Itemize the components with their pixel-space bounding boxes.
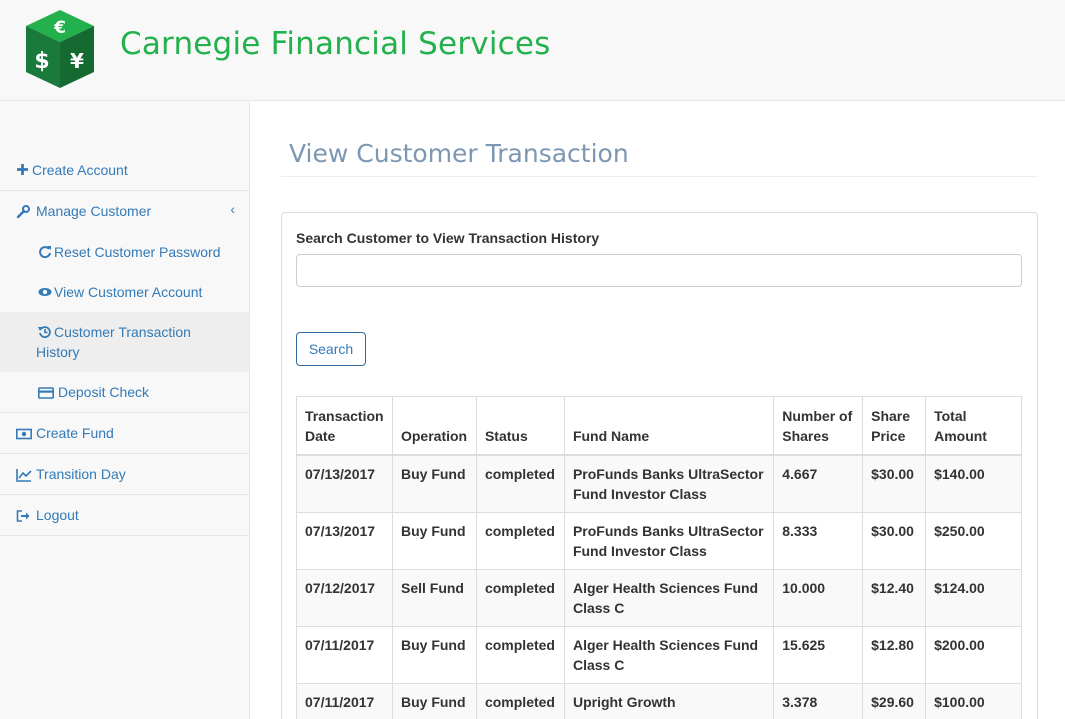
- cell-operation: Sell Fund: [391, 568, 477, 627]
- eye-icon: [38, 288, 52, 296]
- cell-status: completed: [475, 625, 565, 684]
- search-button[interactable]: Search: [296, 332, 366, 366]
- cell-total: $250.00: [925, 511, 1022, 570]
- cell-price: $12.40: [862, 568, 927, 627]
- sidebar-item-create-account[interactable]: Create Account: [0, 150, 249, 191]
- table-row: 07/13/2017 Buy Fund completed ProFunds B…: [296, 454, 1022, 513]
- cell-status: completed: [475, 682, 565, 719]
- page-title: View Customer Transaction: [289, 139, 629, 168]
- refresh-icon: [39, 246, 51, 259]
- sidebar-item-create-fund[interactable]: Create Fund: [0, 413, 249, 454]
- cell-fund-name: ProFunds Banks UltraSector Fund Investor …: [563, 454, 775, 513]
- sidebar-item-label: Create Fund: [36, 425, 114, 441]
- sidebar-item-label: View Customer Account: [54, 284, 203, 300]
- cell-price: $29.60: [862, 682, 927, 719]
- sidebar-item-label: Transition Day: [36, 466, 126, 482]
- column-header-total-amount[interactable]: Total Amount: [925, 396, 1022, 456]
- cell-fund-name: ProFunds Banks UltraSector Fund Investor …: [563, 511, 775, 570]
- cell-operation: Buy Fund: [391, 511, 477, 570]
- sidebar-item-manage-customer[interactable]: Manage Customer ‹: [0, 191, 249, 232]
- cell-date: 07/12/2017: [296, 568, 393, 627]
- table-row: 07/13/2017 Buy Fund completed ProFunds B…: [296, 511, 1022, 570]
- table-row: 07/11/2017 Buy Fund completed Upright Gr…: [296, 682, 1022, 719]
- transaction-table: Transaction Date Operation Status Fund Na…: [296, 396, 1022, 719]
- table-row: 07/11/2017 Buy Fund completed Alger Heal…: [296, 625, 1022, 684]
- cell-date: 07/11/2017: [296, 682, 393, 719]
- cell-price: $30.00: [862, 511, 927, 570]
- credit-card-icon: [38, 387, 54, 399]
- sidebar-item-label: Deposit Check: [58, 384, 150, 400]
- company-logo[interactable]: € $ ¥: [22, 8, 98, 90]
- sidebar-item-customer-transaction-history[interactable]: Customer Transaction History: [0, 312, 249, 372]
- plus-icon: [17, 164, 28, 175]
- cell-operation: Buy Fund: [391, 682, 477, 719]
- sidebar-item-reset-password[interactable]: Reset Customer Password: [0, 232, 249, 272]
- table-header-row: Transaction Date Operation Status Fund Na…: [296, 396, 1022, 456]
- history-icon: [38, 326, 51, 338]
- cell-fund-name: Alger Health Sciences Fund Class C: [563, 625, 775, 684]
- sidebar-item-label: Customer Transaction: [54, 324, 191, 340]
- cell-price: $12.80: [862, 625, 927, 684]
- column-header-operation[interactable]: Operation: [391, 396, 477, 456]
- search-input[interactable]: [296, 254, 1022, 287]
- cell-date: 07/13/2017: [296, 454, 393, 513]
- svg-text:¥: ¥: [70, 49, 84, 73]
- column-header-transaction-date[interactable]: Transaction Date: [296, 396, 393, 456]
- cell-date: 07/13/2017: [296, 511, 393, 570]
- wrench-icon: [16, 205, 30, 219]
- sidebar-item-view-customer-account[interactable]: View Customer Account: [0, 272, 249, 312]
- cell-shares: 8.333: [773, 511, 864, 570]
- cell-fund-name: Alger Health Sciences Fund Class C: [563, 568, 775, 627]
- column-header-fund-name[interactable]: Fund Name: [563, 396, 775, 456]
- cell-operation: Buy Fund: [391, 625, 477, 684]
- sidebar-item-label: Create Account: [32, 162, 128, 178]
- svg-text:€: €: [53, 18, 66, 38]
- sidebar-item-deposit-check[interactable]: Deposit Check: [0, 372, 249, 413]
- sidebar-item-label: Logout: [36, 507, 79, 523]
- sidebar-item-label: Manage Customer: [36, 203, 152, 219]
- table-row: 07/12/2017 Sell Fund completed Alger Hea…: [296, 568, 1022, 627]
- sidebar-item-transition-day[interactable]: Transition Day: [0, 454, 249, 495]
- column-header-share-price[interactable]: Share Price: [862, 396, 927, 456]
- top-navbar: € $ ¥ Carnegie Financial Services: [0, 0, 1065, 101]
- money-icon: [16, 428, 32, 440]
- cell-fund-name: Upright Growth: [563, 682, 775, 719]
- cell-status: completed: [475, 454, 565, 513]
- sidebar-item-label: History: [36, 344, 80, 360]
- title-divider: [281, 176, 1038, 177]
- cell-total: $124.00: [925, 568, 1022, 627]
- sidebar-item-label: Reset Customer Password: [54, 244, 221, 260]
- column-header-status[interactable]: Status: [475, 396, 565, 456]
- cell-total: $100.00: [925, 682, 1022, 719]
- search-label: Search Customer to View Transaction Hist…: [296, 230, 600, 246]
- sidebar: Create Account Manage Customer ‹ Reset C…: [0, 101, 250, 719]
- cell-price: $30.00: [862, 454, 927, 513]
- cell-shares: 3.378: [773, 682, 864, 719]
- cell-date: 07/11/2017: [296, 625, 393, 684]
- column-header-number-of-shares[interactable]: Number of Shares: [773, 396, 864, 456]
- line-chart-icon: [16, 469, 32, 482]
- cell-shares: 15.625: [773, 625, 864, 684]
- cell-status: completed: [475, 511, 565, 570]
- cell-shares: 10.000: [773, 568, 864, 627]
- chevron-left-icon[interactable]: ‹: [230, 201, 235, 217]
- brand-title[interactable]: Carnegie Financial Services: [120, 26, 551, 62]
- cell-operation: Buy Fund: [391, 454, 477, 513]
- sidebar-item-logout[interactable]: Logout: [0, 495, 249, 536]
- cell-status: completed: [475, 568, 565, 627]
- svg-text:$: $: [34, 49, 49, 74]
- cell-shares: 4.667: [773, 454, 864, 513]
- sign-out-icon: [16, 510, 30, 522]
- cell-total: $140.00: [925, 454, 1022, 513]
- cell-total: $200.00: [925, 625, 1022, 684]
